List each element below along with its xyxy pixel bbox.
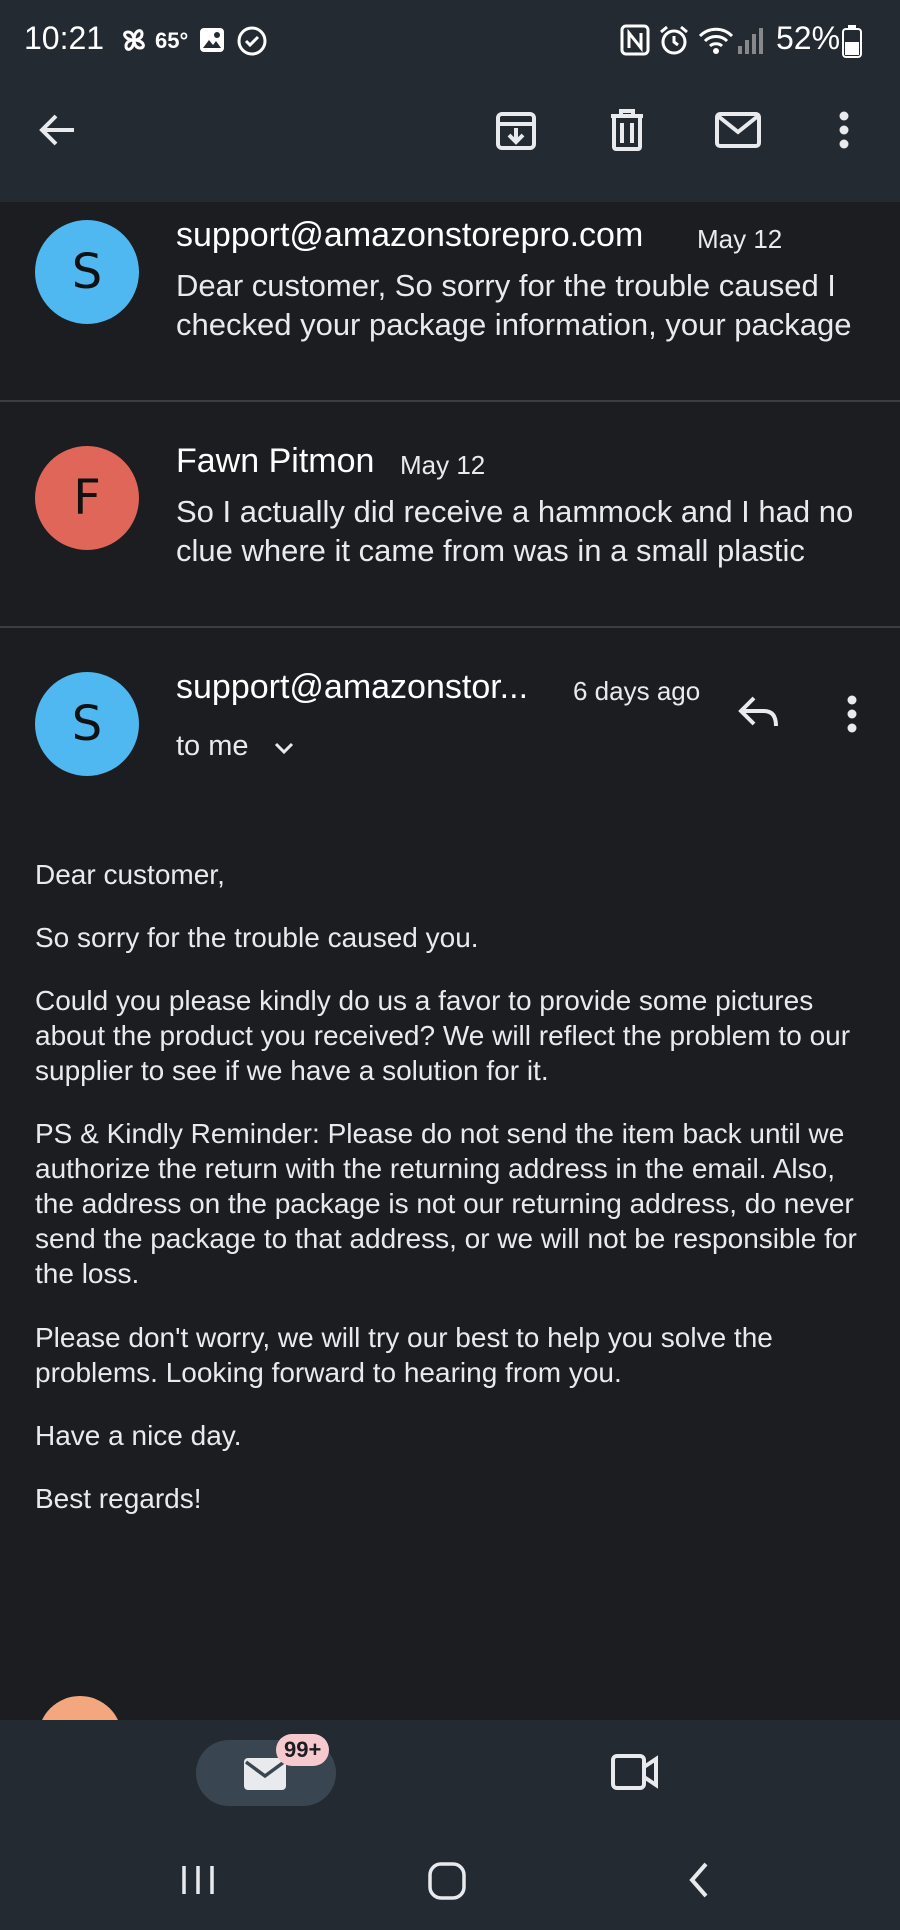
- battery-icon: [842, 25, 862, 58]
- open-message-header: S support@amazonstor... 6 days ago to me: [0, 628, 900, 788]
- message-toolbar: [0, 80, 900, 202]
- recipient-label[interactable]: to me: [176, 730, 249, 763]
- archive-icon[interactable]: [494, 108, 538, 152]
- avatar-letter: S: [71, 244, 103, 300]
- message-snippet: Dear customer, So sorry for the trouble …: [176, 268, 852, 342]
- body-paragraph: Please don't worry, we will try our best…: [35, 1322, 773, 1388]
- body-paragraph: PS & Kindly Reminder: Please do not send…: [35, 1118, 857, 1289]
- body-paragraph: So sorry for the trouble caused you.: [35, 922, 479, 953]
- sender-name: support@amazonstor...: [176, 668, 529, 706]
- chevron-down-icon[interactable]: [272, 738, 296, 758]
- signal-icon: [738, 28, 763, 54]
- avatar-letter: S: [71, 696, 103, 752]
- check-circle-icon: [237, 26, 267, 56]
- body-paragraph: Best regards!: [35, 1483, 202, 1514]
- home-icon[interactable]: [426, 1860, 470, 1904]
- wifi-icon: [698, 27, 734, 54]
- avatar-letter: F: [73, 470, 101, 526]
- system-back-icon[interactable]: [682, 1858, 716, 1902]
- message-date: May 12: [400, 450, 486, 480]
- status-battery: 52%: [776, 20, 841, 56]
- message-date: May 12: [697, 224, 783, 254]
- thread-message-collapsed[interactable]: S support@amazonstorepro.com May 12 Dear…: [0, 202, 900, 402]
- more-vert-icon[interactable]: [838, 692, 866, 736]
- message-time: 6 days ago: [573, 676, 701, 706]
- nfc-icon: [620, 24, 650, 56]
- status-bar: 10:21 65° 52%: [0, 0, 900, 80]
- avatar: S: [35, 220, 139, 324]
- avatar[interactable]: S: [35, 672, 139, 776]
- video-call-icon[interactable]: [610, 1752, 660, 1792]
- avatar: F: [35, 446, 139, 550]
- status-time: 10:21: [24, 20, 105, 56]
- recent-apps-icon[interactable]: [178, 1860, 218, 1900]
- unread-badge: 99+: [276, 1734, 330, 1766]
- more-vert-icon[interactable]: [830, 108, 858, 152]
- body-paragraph: Have a nice day.: [35, 1420, 242, 1451]
- alarm-icon: [660, 25, 688, 55]
- status-weather: 65°: [155, 28, 189, 53]
- sender-name: support@amazonstorepro.com: [176, 216, 644, 254]
- delete-icon[interactable]: [605, 108, 649, 152]
- message-snippet: So I actually did receive a hammock and …: [176, 494, 854, 568]
- body-paragraph: Dear customer,: [35, 859, 225, 890]
- back-arrow-icon[interactable]: [36, 108, 80, 152]
- bottom-navigation: 99+: [0, 1720, 900, 1930]
- sender-name: Fawn Pitmon: [176, 442, 375, 480]
- reply-icon[interactable]: [736, 692, 782, 732]
- body-paragraph: Could you please kindly do us a favor to…: [35, 985, 851, 1086]
- thread-message-collapsed[interactable]: F Fawn Pitmon May 12 So I actually did r…: [0, 402, 900, 626]
- mark-unread-icon[interactable]: [714, 108, 762, 152]
- image-icon: [200, 28, 224, 52]
- pinwheel-icon: [123, 29, 145, 51]
